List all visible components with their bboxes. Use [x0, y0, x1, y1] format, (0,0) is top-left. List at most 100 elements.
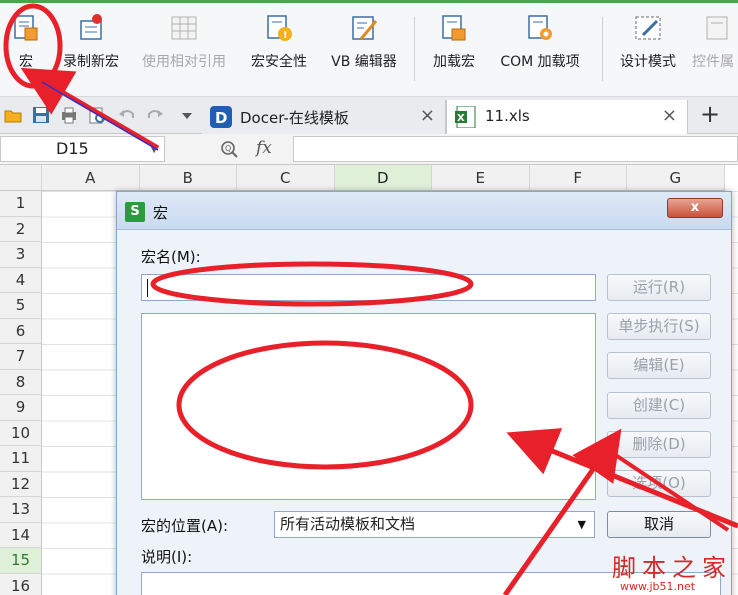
macro-dialog-titlebar[interactable]: S 宏 x — [117, 192, 731, 230]
row-header-4[interactable]: 4 — [0, 267, 42, 293]
undo-icon[interactable] — [118, 106, 136, 124]
macro-location-label: 宏的位置(A): — [141, 517, 229, 535]
com-addins-icon — [525, 13, 555, 43]
row-header-9[interactable]: 9 — [0, 395, 42, 421]
print-preview-icon[interactable] — [88, 106, 106, 124]
svg-text:D: D — [215, 109, 227, 127]
name-box-value: D15 — [56, 139, 89, 158]
row-header-5[interactable]: 5 — [0, 293, 42, 319]
control-properties-icon — [704, 13, 734, 43]
save-icon[interactable] — [32, 106, 50, 124]
macro-icon — [11, 13, 41, 43]
macro-label: 宏 — [19, 54, 33, 70]
relative-ref-button[interactable]: 使用相对引用 — [134, 13, 234, 91]
record-macro-button[interactable]: 录制新宏 — [56, 13, 126, 91]
watermark-text: 脚本之家 — [612, 554, 732, 582]
tab-11-xls-close-icon[interactable]: × — [662, 105, 677, 126]
dialog-close-button[interactable]: x — [667, 198, 723, 218]
row-header-13[interactable]: 13 — [0, 497, 42, 523]
macro-security-button[interactable]: ! 宏安全性 — [244, 13, 314, 91]
load-macro-label: 加载宏 — [433, 54, 475, 70]
macro-name-input[interactable] — [141, 274, 596, 301]
row-header-12[interactable]: 12 — [0, 471, 42, 497]
vb-editor-label: VB 编辑器 — [331, 54, 397, 70]
macro-location-value: 所有活动模板和文档 — [280, 515, 416, 533]
edit-button[interactable]: 编辑(E) — [607, 352, 711, 379]
row-header-10[interactable]: 10 — [0, 420, 42, 446]
tab-docer-close-icon[interactable]: × — [420, 105, 435, 126]
macro-name-label: 宏名(M): — [141, 248, 201, 266]
formula-input[interactable] — [293, 136, 738, 162]
select-all-corner[interactable] — [0, 165, 42, 191]
vb-editor-button[interactable]: VB 编辑器 — [324, 13, 404, 91]
design-mode-label: 设计模式 — [620, 54, 676, 70]
ribbon-toolbar: 宏 录制新宏 使用相对引用 ! 宏安全性 VB 编辑器 加载宏 COM 加载项 … — [0, 0, 738, 97]
description-label: 说明(I): — [141, 548, 193, 566]
row-header-6[interactable]: 6 — [0, 318, 42, 344]
options-button[interactable]: 选项(O) — [607, 470, 711, 497]
row-header-2[interactable]: 2 — [0, 216, 42, 242]
open-folder-icon[interactable] — [4, 106, 22, 124]
cancel-button[interactable]: 取消 — [607, 511, 711, 538]
chevron-down-icon: ▼ — [577, 518, 586, 531]
load-macro-button[interactable]: 加载宏 — [426, 13, 482, 91]
row-header-15[interactable]: 15 — [0, 548, 42, 574]
vb-editor-icon — [349, 13, 379, 43]
tab-11-xls-label: 11.xls — [485, 107, 530, 125]
excel-file-icon: X — [455, 106, 476, 128]
macro-dialog: S 宏 x 宏名(M): 运行(R) 单步执行(S) 编辑(E) 创建(C) 删… — [116, 191, 732, 595]
row-header-7[interactable]: 7 — [0, 344, 42, 370]
row-header-11[interactable]: 11 — [0, 446, 42, 472]
tab-docer[interactable]: D Docer-在线模板 × — [202, 100, 446, 134]
load-macro-icon — [439, 13, 469, 43]
design-mode-icon — [633, 13, 663, 43]
column-header-c[interactable]: C — [237, 165, 335, 191]
column-header-d[interactable]: D — [334, 165, 432, 191]
svg-text:X: X — [457, 113, 465, 124]
com-addins-button[interactable]: COM 加载项 — [490, 13, 590, 91]
relative-ref-label: 使用相对引用 — [142, 54, 226, 70]
control-properties-label: 控件属 — [692, 54, 734, 70]
macro-list[interactable] — [141, 313, 596, 500]
print-icon[interactable] — [60, 106, 78, 124]
fx-icon[interactable]: fx — [256, 138, 272, 158]
column-header-f[interactable]: F — [529, 165, 627, 191]
security-icon: ! — [264, 13, 294, 43]
row-header-16[interactable]: 16 — [0, 573, 42, 595]
row-header-3[interactable]: 3 — [0, 242, 42, 268]
row-header-14[interactable]: 14 — [0, 522, 42, 548]
name-box-dropdown-icon[interactable]: ▼ — [150, 138, 158, 162]
row-header-8[interactable]: 8 — [0, 369, 42, 395]
design-mode-button[interactable]: 设计模式 — [612, 13, 684, 91]
run-button[interactable]: 运行(R) — [607, 274, 711, 301]
svg-text:!: ! — [283, 30, 288, 41]
control-properties-button[interactable]: 控件属 — [692, 13, 738, 91]
record-icon — [76, 13, 106, 43]
ribbon-separator — [602, 17, 603, 81]
column-header-b[interactable]: B — [139, 165, 237, 191]
row-header-1[interactable]: 1 — [0, 191, 42, 217]
step-into-button[interactable]: 单步执行(S) — [607, 313, 711, 340]
zoom-icon[interactable]: Q — [220, 140, 238, 158]
macro-location-select[interactable]: 所有活动模板和文档 ▼ — [274, 511, 595, 538]
quick-access-dropdown-icon[interactable] — [178, 106, 196, 124]
column-header-e[interactable]: E — [432, 165, 530, 191]
create-button[interactable]: 创建(C) — [607, 392, 711, 419]
tab-11-xls[interactable]: X 11.xls × — [446, 100, 688, 134]
docer-icon: D — [210, 106, 232, 128]
new-tab-button[interactable]: + — [690, 100, 730, 132]
name-box[interactable]: D15 ▼ — [0, 136, 165, 162]
document-tab-bar: D Docer-在线模板 × X 11.xls × — [0, 97, 738, 134]
tab-docer-label: Docer-在线模板 — [240, 109, 349, 127]
relative-ref-icon — [169, 13, 199, 43]
ribbon-separator — [414, 17, 415, 81]
column-header-g[interactable]: G — [627, 165, 725, 191]
macro-button[interactable]: 宏 — [8, 13, 44, 91]
macro-dialog-title: 宏 — [153, 204, 169, 222]
column-header-a[interactable]: A — [42, 165, 140, 191]
delete-button[interactable]: 删除(D) — [607, 431, 711, 458]
com-addins-label: COM 加载项 — [500, 54, 580, 70]
formula-bar: D15 ▼ Q fx — [0, 134, 738, 165]
macro-security-label: 宏安全性 — [251, 54, 307, 70]
redo-icon[interactable] — [146, 106, 164, 124]
